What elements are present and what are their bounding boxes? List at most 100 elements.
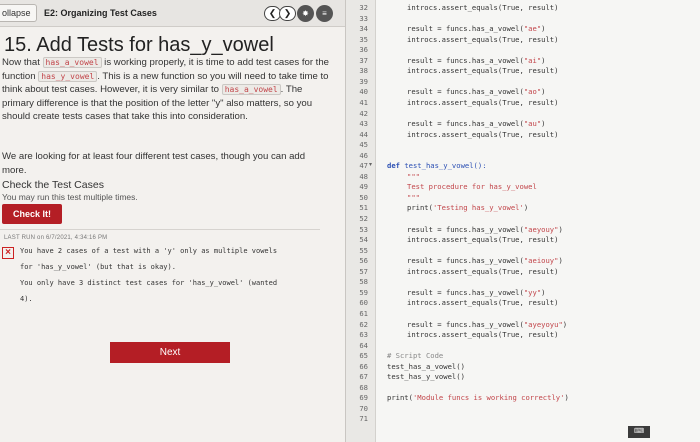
string-literal: "aeyouy" [523,224,559,234]
feedback-line: for 'has_y_vowel' (but that is okay). [20,263,176,271]
line-number: 50 [359,192,368,202]
code-token: introcs.assert_equals(True, result) [407,266,559,276]
code-token: ) [541,24,546,34]
check-it-button[interactable]: Check It! [2,204,62,224]
code-token: """ [407,192,420,202]
code-line[interactable]: introcs.assert_equals(True, result) [407,66,558,75]
gear-icon[interactable]: ✸ [297,5,314,22]
code-token: introcs.assert_equals(True, result) [407,66,559,76]
code-has-y-vowel: has_y_vowel [38,70,98,82]
code-line[interactable]: introcs.assert_equals(True, result) [407,98,558,107]
line-number: 43 [359,119,368,129]
line-number: 60 [359,298,368,308]
line-number: 58 [359,277,368,287]
code-token: result = funcs.has_y_vowel( [407,287,524,297]
code-token: introcs.assert_equals(True, result) [407,298,559,308]
string-literal: "au" [523,119,542,129]
code-token: result = funcs.has_a_vowel( [407,87,524,97]
fold-arrow-icon[interactable]: ▾ [369,161,372,168]
code-line[interactable]: result = funcs.has_a_vowel("au") [407,119,545,128]
line-number: 32 [359,3,368,12]
code-line[interactable]: introcs.assert_equals(True, result) [407,130,558,139]
line-number-gutter: 32 33 34 35 36 37 38 39 40 41 42 43 44 45 46 47 48 49 50 51… [346,0,376,442]
code-line[interactable]: introcs.assert_equals(True, result) [407,235,558,244]
feedback-line: 4). [20,295,33,303]
string-literal: "aeiouy" [523,256,559,266]
line-number: 57 [359,266,368,276]
code-token: introcs.assert_equals(True, result) [407,235,559,245]
page-title: 15. Add Tests for has_y_vowel [4,34,274,56]
code-line[interactable]: def test_has_y_vowel(): [387,161,487,170]
code-line[interactable]: result = funcs.has_a_vowel("ae") [407,24,545,33]
line-number: 45 [359,140,368,150]
line-number: 55 [359,245,368,255]
code-line[interactable]: result = funcs.has_y_vowel("aeyouy") [407,225,563,234]
code-token: introcs.assert_equals(True, result) [407,3,559,12]
code-line[interactable]: result = funcs.has_y_vowel("yy") [407,288,545,297]
code-token: introcs.assert_equals(True, result) [407,34,559,44]
code-line[interactable]: introcs.assert_equals(True, result) [407,267,558,276]
code-token: introcs.assert_equals(True, result) [407,129,559,139]
code-token: ) [541,119,546,129]
code-editor[interactable]: 32 33 34 35 36 37 38 39 40 41 42 43 44 45 46 47 48 49 50 51… [345,0,700,442]
line-number: 69 [359,393,368,403]
next-button[interactable]: Next [110,342,230,363]
line-number: 44 [359,129,368,139]
code-has-a-vowel: has_a_vowel [42,57,102,68]
code-line[interactable]: """ [407,172,420,181]
code-line[interactable]: # Script Code [387,351,443,360]
code-token: ) [541,87,546,97]
code-line[interactable]: introcs.assert_equals(True, result) [407,330,558,339]
menu-icon[interactable]: ≡ [316,5,333,22]
collapse-button[interactable]: ollapse [0,4,37,22]
lesson-topbar: ollapse E2: Organizing Test Cases ❮ ❯ ✸ … [0,0,345,27]
line-number: 66 [359,361,368,371]
code-line[interactable]: result = funcs.has_y_vowel("aeiouy") [407,256,563,265]
keyboard-icon[interactable]: ⌨ [628,426,650,438]
code-token: ) [541,287,546,297]
feedback-line: You only have 3 distinct test cases for … [20,279,278,287]
line-number: 38 [359,66,368,76]
code-line[interactable]: introcs.assert_equals(True, result) [407,35,558,44]
code-token: result = funcs.has_y_vowel( [407,319,524,329]
line-number: 46 [359,150,368,160]
code-token: ) [558,256,563,266]
code-token: """ [407,171,420,181]
line-number: 54 [359,235,368,245]
line-number: 35 [359,34,368,44]
code-line[interactable]: introcs.assert_equals(True, result) [407,298,558,307]
code-line[interactable]: result = funcs.has_a_vowel("ai") [407,56,545,65]
line-number: 36 [359,45,368,55]
line-number: 68 [359,382,368,392]
code-line[interactable]: test_has_a_vowel() [387,362,465,371]
code-line[interactable]: test_has_y_vowel() [387,372,465,381]
code-line[interactable]: """ [407,193,420,202]
line-number: 49 [359,182,368,192]
code-line[interactable]: result = funcs.has_a_vowel("ao") [407,87,545,96]
line-number: 40 [359,87,368,97]
lesson-panel: ollapse E2: Organizing Test Cases ❮ ❯ ✸ … [0,0,345,442]
code-line[interactable]: print('Module funcs is working correctly… [387,393,569,402]
code-token: result = funcs.has_a_vowel( [407,24,524,34]
code-token: test_has_y_vowel(): [404,161,487,171]
code-token: result = funcs.has_y_vowel( [407,224,524,234]
line-number: 42 [359,108,368,118]
line-number: 41 [359,97,368,107]
code-line[interactable]: Test procedure for has_y_vowel [407,182,537,191]
line-number: 71 [359,414,368,424]
code-line[interactable]: result = funcs.has_y_vowel("ayeyoyu") [407,320,567,329]
code-token: introcs.assert_equals(True, result) [407,330,559,340]
code-line[interactable]: print('Testing has_y_vowel') [407,203,528,212]
code-has-a-vowel-2: has_a_vowel [221,84,281,96]
string-literal: "ao" [523,87,542,97]
arrow-right-icon[interactable]: ❯ [279,6,296,21]
code-token: print( [387,393,413,403]
code-token: result = funcs.has_y_vowel( [407,256,524,266]
code-line[interactable]: introcs.assert_equals(True, result) [407,3,558,12]
line-number: 64 [359,340,368,350]
string-literal: "yy" [523,287,542,297]
code-token: result = funcs.has_a_vowel( [407,119,524,129]
check-title: Check the Test Cases [2,179,104,191]
line-number: 61 [359,308,368,318]
string-literal: "ayeyoyu" [523,319,563,329]
